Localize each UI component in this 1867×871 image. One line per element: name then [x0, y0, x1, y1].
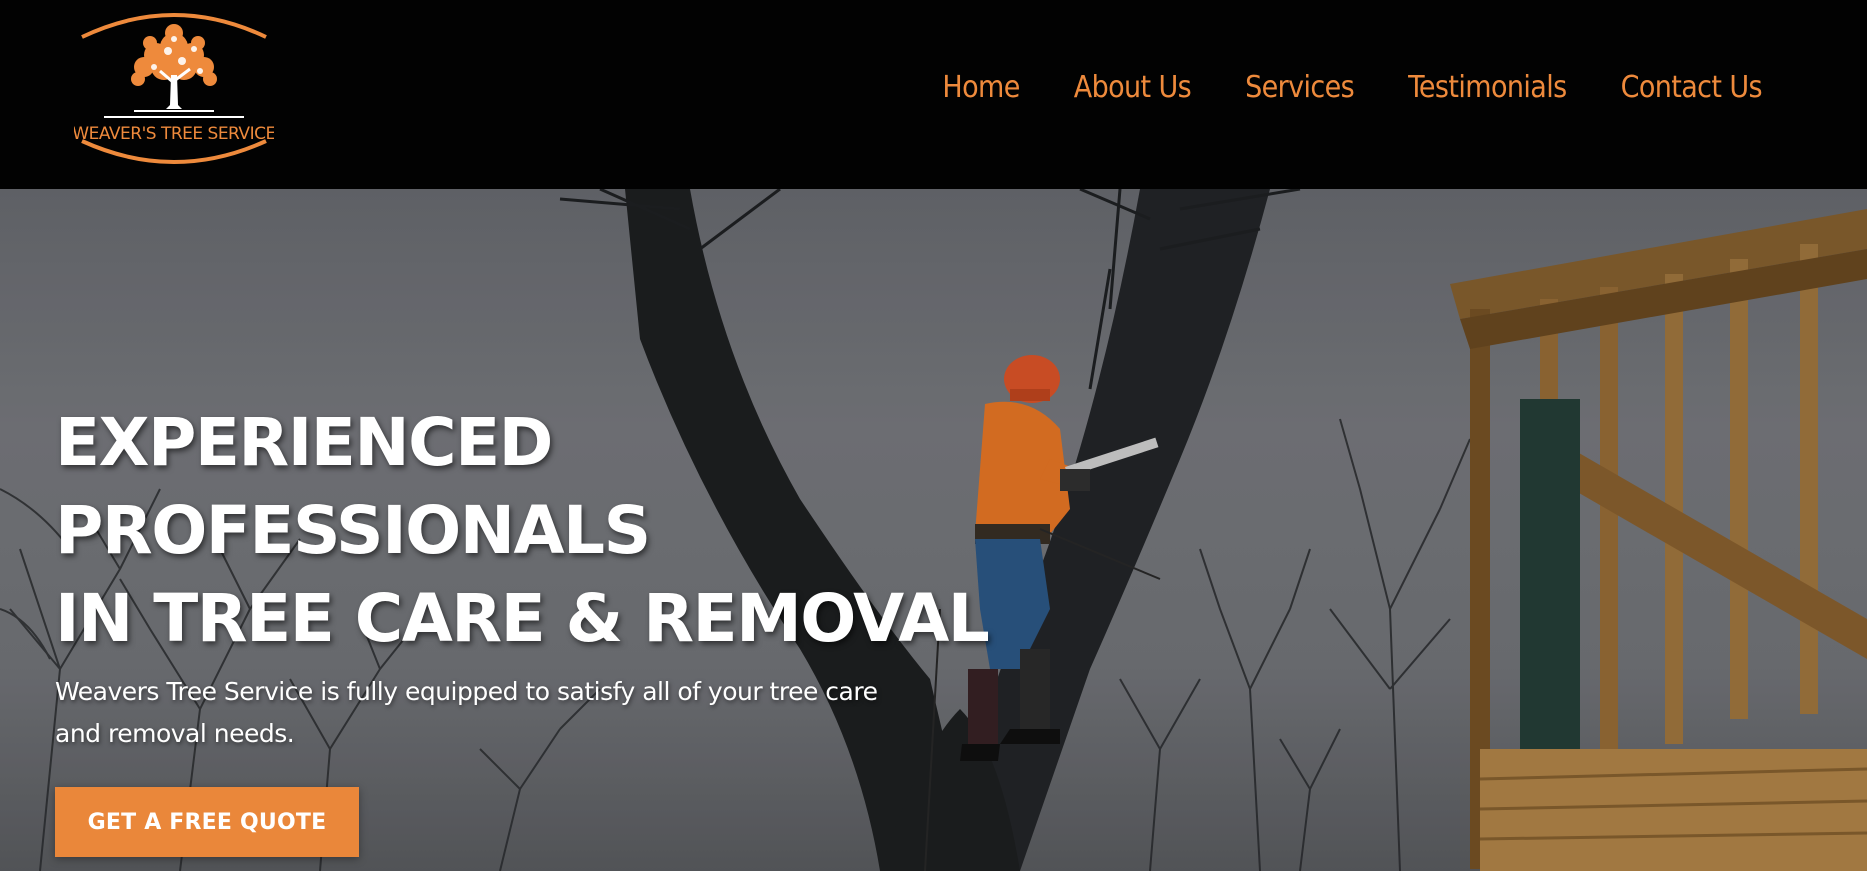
main-nav: Home About Us Services Testimonials Cont…: [942, 62, 1762, 112]
nav-item-services[interactable]: Services: [1245, 70, 1355, 105]
logo-wordmark: WEAVER'S TREE SERVICE: [74, 124, 274, 144]
hero-section: EXPERIENCED PROFESSIONALS IN TREE CARE &…: [0, 189, 1867, 871]
site-header: WEAVER'S TREE SERVICE Home About Us Serv…: [0, 0, 1867, 189]
nav-item-home[interactable]: Home: [942, 70, 1020, 105]
headline-line-3: IN TREE CARE & REMOVAL: [55, 580, 990, 657]
nav-item-contact-us[interactable]: Contact Us: [1621, 70, 1763, 105]
headline-line-2: PROFESSIONALS: [55, 492, 651, 569]
logo-tree-icon: WEAVER'S TREE SERVICE: [72, 13, 276, 164]
hero-headline: EXPERIENCED PROFESSIONALS IN TREE CARE &…: [55, 399, 990, 663]
hero-subtext: Weavers Tree Service is fully equipped t…: [55, 677, 878, 748]
headline-line-1: EXPERIENCED: [55, 404, 553, 481]
site-logo[interactable]: WEAVER'S TREE SERVICE: [72, 5, 276, 165]
get-free-quote-button[interactable]: GET A FREE QUOTE: [55, 787, 359, 857]
nav-item-about-us[interactable]: About Us: [1074, 70, 1192, 105]
nav-item-testimonials[interactable]: Testimonials: [1408, 70, 1567, 105]
